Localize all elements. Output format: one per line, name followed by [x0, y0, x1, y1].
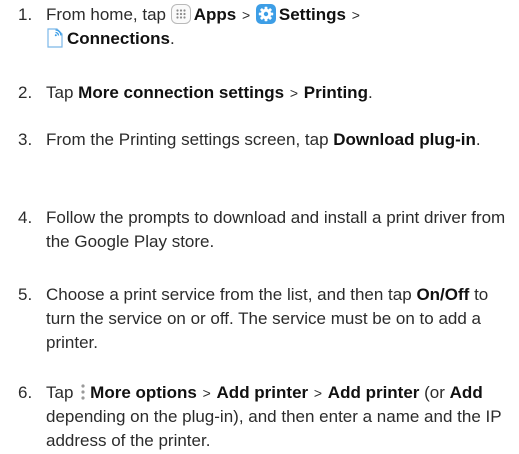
- step-number: 2.: [18, 83, 33, 102]
- apps-label: Apps: [193, 5, 237, 24]
- step-5: 5. Choose a print service from the list,…: [0, 283, 510, 355]
- settings-label: Settings: [278, 5, 346, 24]
- more-options-icon: [80, 382, 86, 402]
- settings-icon: [255, 4, 276, 24]
- step-4: 4. Follow the prompts to download and in…: [0, 206, 510, 254]
- step-text: Follow the prompts to download and insta…: [46, 208, 506, 251]
- step-text: From home, tap Apps > Settings > Connect…: [46, 4, 360, 49]
- step-text: Tap More connection settings > Printing.: [46, 83, 373, 102]
- step-number: 1.: [18, 5, 33, 24]
- step-text: From the Printing settings screen, tap D…: [46, 130, 481, 149]
- step-2: 2. Tap More connection settings > Printi…: [0, 81, 510, 105]
- step-number: 5.: [18, 285, 33, 304]
- step-number: 4.: [18, 208, 33, 227]
- apps-icon: [170, 4, 191, 24]
- step-text: Tap More options > Add printer > Add pri…: [46, 382, 502, 450]
- step-1: 1. From home, tap Apps > Settings > Conn…: [0, 3, 510, 51]
- step-text: Choose a print service from the list, an…: [46, 285, 489, 352]
- connections-icon: [46, 27, 64, 49]
- connections-label: Connections: [67, 29, 170, 48]
- step-6: 6. Tap More options > Add printer > Add …: [0, 381, 510, 453]
- step-number: 3.: [18, 130, 33, 149]
- step-number: 6.: [18, 383, 33, 402]
- step-3: 3. From the Printing settings screen, ta…: [0, 128, 510, 152]
